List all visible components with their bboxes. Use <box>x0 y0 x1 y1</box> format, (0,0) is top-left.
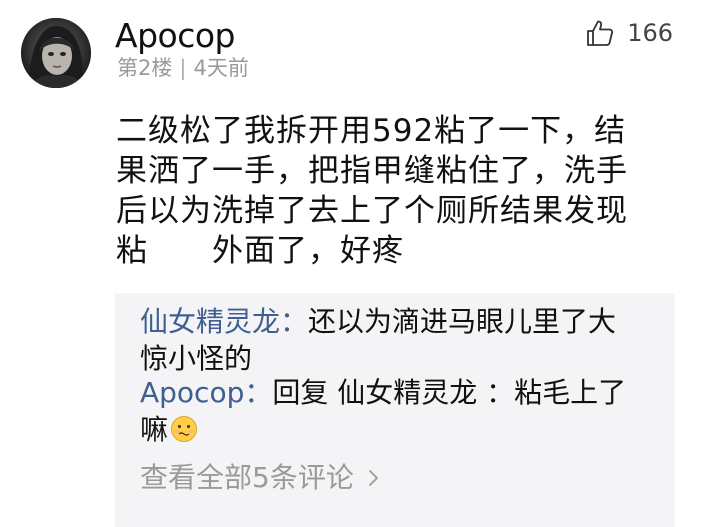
reply-separator: ： <box>244 376 273 409</box>
forum-post: Apocop 第2楼 | 4天前 166 二级松了我拆开用592粘了一下，结 果洒了… <box>0 0 705 527</box>
reply-item[interactable]: Apocop：回复 仙女精灵龙 ：粘毛上了嘛 <box>140 374 640 448</box>
reply-separator: ： <box>280 305 309 338</box>
thumbs-up-icon <box>587 20 614 46</box>
view-all-comments-link[interactable]: 查看全部5条评论 <box>140 460 384 496</box>
woozy-face-emoji-icon <box>171 416 198 442</box>
like-count: 166 <box>627 19 673 47</box>
post-content: 二级松了我拆开用592粘了一下，结 果洒了一手，把指甲缝粘住了，洗手 后以为洗掉… <box>116 113 628 269</box>
view-all-label: 查看全部5条评论 <box>140 461 354 494</box>
avatar[interactable] <box>21 18 91 88</box>
meta-separator: | <box>179 56 187 80</box>
post-meta: 第2楼 | 4天前 <box>117 54 249 82</box>
reply-username[interactable]: 仙女精灵龙 <box>140 305 280 338</box>
avatar-image <box>21 18 91 88</box>
chevron-right-icon <box>368 470 378 486</box>
reply-item[interactable]: 仙女精灵龙：还以为滴进马眼儿里了大惊小怪的 <box>140 303 640 377</box>
replies-panel: 仙女精灵龙：还以为滴进马眼儿里了大惊小怪的 Apocop：回复 仙女精灵龙 ：粘… <box>115 293 675 527</box>
reply-username[interactable]: Apocop <box>140 376 244 409</box>
author-name[interactable]: Apocop <box>115 14 236 58</box>
post-time: 4天前 <box>193 56 249 80</box>
floor-number: 第2楼 <box>117 56 173 80</box>
like-button[interactable]: 166 <box>585 18 673 48</box>
